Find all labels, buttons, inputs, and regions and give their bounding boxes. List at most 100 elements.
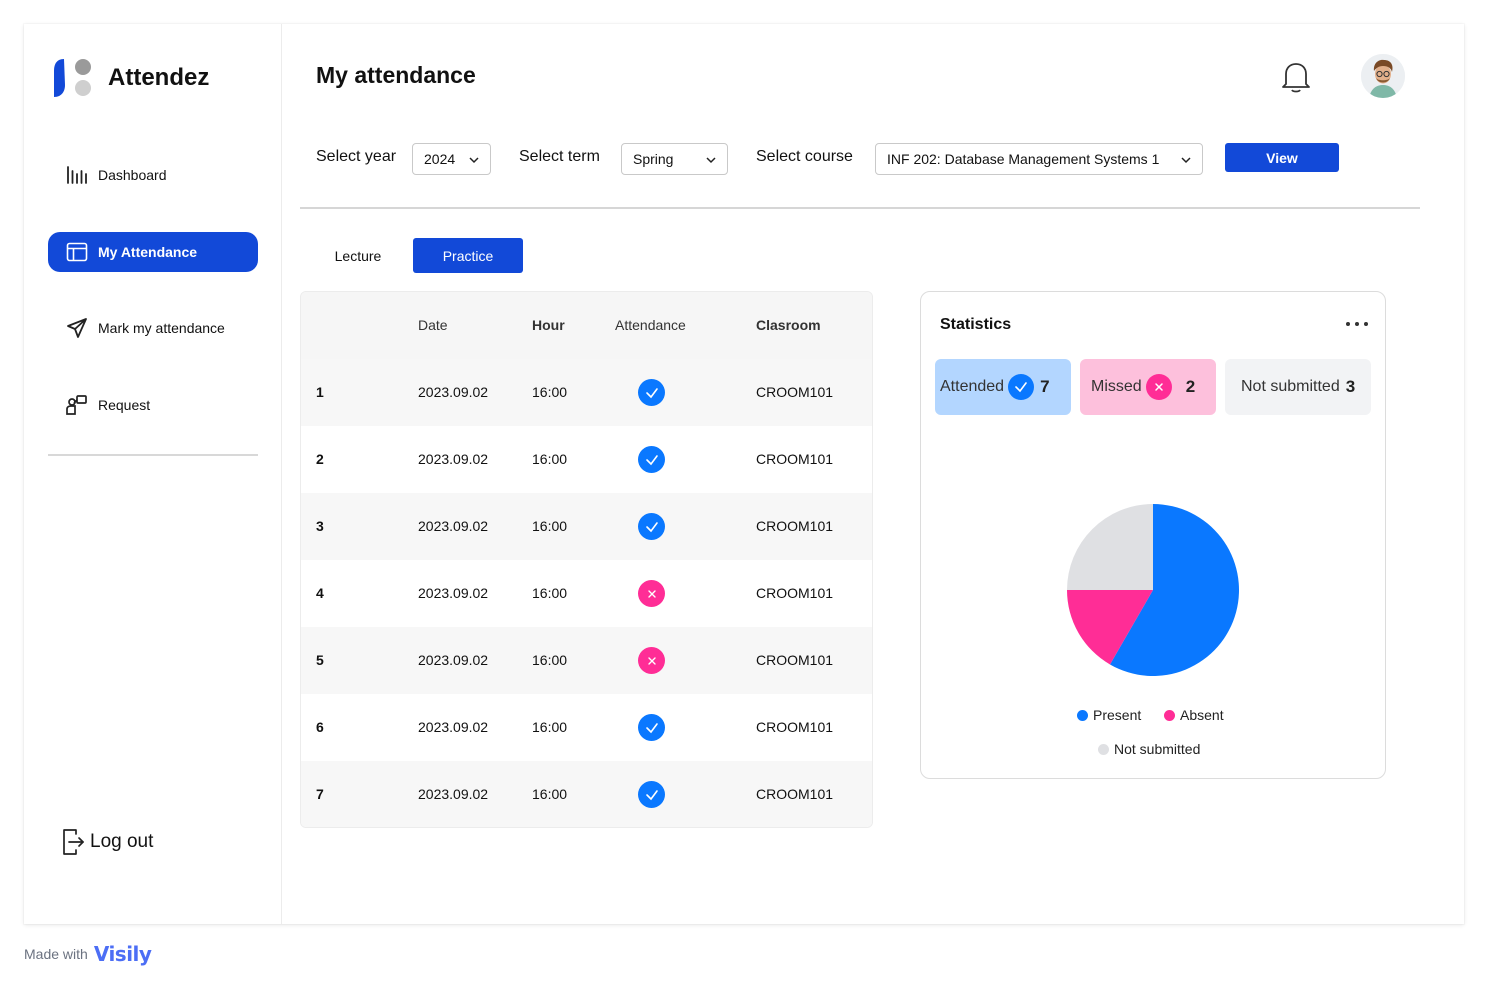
pie-slice-not-submitted — [1067, 504, 1153, 590]
page-title: My attendance — [316, 62, 476, 88]
row-hour: 16:00 — [532, 652, 568, 668]
table-row: 1 2023.09.02 16:00 CROOM101 — [301, 359, 872, 426]
chevron-down-icon — [468, 153, 480, 165]
row-number: 6 — [316, 719, 324, 735]
table-row: 3 2023.09.02 16:00 CROOM101 — [301, 493, 872, 560]
year-select[interactable]: 2024 — [412, 143, 491, 175]
missed-summary: Missed 2 — [1080, 359, 1216, 415]
attended-count: 7 — [1040, 377, 1050, 396]
tab-practice[interactable]: Practice — [413, 238, 523, 273]
absent-dot — [1164, 709, 1175, 721]
statistics-card: Statistics Attended 7 Missed 2 Not submi… — [920, 291, 1386, 779]
table-header: Date Hour Attendance Clasroom — [301, 292, 872, 359]
visily-logo[interactable]: Visily — [94, 942, 152, 966]
legend-absent: Absent — [1164, 707, 1224, 723]
table-row: 5 2023.09.02 16:00 CROOM101 — [301, 627, 872, 694]
legend-label: Present — [1093, 707, 1142, 723]
logout-icon — [62, 828, 86, 856]
table-row: 2 2023.09.02 16:00 CROOM101 — [301, 426, 872, 493]
chevron-down-icon — [1180, 153, 1192, 165]
logout-button[interactable]: Log out — [62, 828, 153, 856]
check-icon — [638, 513, 665, 540]
sidebar-item-label: Request — [98, 397, 151, 413]
row-number: 7 — [316, 786, 324, 802]
check-icon — [638, 446, 665, 473]
row-hour: 16:00 — [532, 518, 568, 534]
not-submitted-label: Not submitted — [1241, 378, 1340, 395]
missed-label: Missed — [1091, 378, 1142, 395]
check-icon — [638, 379, 665, 406]
tab-lecture[interactable]: Lecture — [318, 238, 398, 273]
bell-icon[interactable] — [1280, 60, 1312, 94]
table-body: 1 2023.09.02 16:00 CROOM101 2 2023.09.02 16:00… — [301, 359, 872, 827]
sidebar-item-request[interactable]: Request — [48, 385, 258, 425]
course-value: INF 202: Database Management Systems 1 — [887, 151, 1160, 167]
row-date: 2023.09.02 — [418, 384, 489, 400]
made-with-label: Made with — [24, 946, 88, 962]
table-row: 7 2023.09.02 16:00 CROOM101 — [301, 761, 872, 827]
sidebar-item-my-attendance[interactable]: My Attendance — [48, 232, 258, 272]
row-number: 3 — [316, 518, 324, 534]
course-select[interactable]: INF 202: Database Management Systems 1 — [875, 143, 1203, 175]
row-classroom: CROOM101 — [756, 451, 834, 467]
attendance-table: Date Hour Attendance Clasroom 1 2023.09.0… — [300, 291, 873, 828]
request-icon — [66, 394, 88, 416]
row-date: 2023.09.02 — [418, 652, 489, 668]
footer: Made with Visily — [24, 942, 152, 966]
attended-label: Attended — [940, 378, 1005, 395]
course-label: Select course — [756, 148, 853, 165]
row-number: 1 — [316, 384, 324, 400]
row-classroom: CROOM101 — [756, 518, 834, 534]
row-hour: 16:00 — [532, 719, 568, 735]
sidebar-item-label: Mark my attendance — [98, 320, 225, 336]
sidebar-item-mark-attendance[interactable]: Mark my attendance — [48, 308, 258, 348]
row-number: 2 — [316, 451, 324, 467]
column-header-classroom: Clasroom — [756, 317, 821, 333]
send-icon — [66, 317, 88, 339]
year-value: 2024 — [424, 151, 456, 167]
row-date: 2023.09.02 — [418, 786, 489, 802]
legend-label: Absent — [1180, 707, 1224, 723]
close-icon — [1145, 374, 1172, 400]
bar-chart-icon — [66, 164, 88, 186]
check-icon — [1008, 374, 1035, 400]
avatar[interactable] — [1361, 54, 1405, 98]
sidebar-item-label: Dashboard — [98, 167, 167, 183]
sidebar-divider — [48, 454, 258, 456]
present-dot — [1077, 709, 1088, 721]
table-row: 6 2023.09.02 16:00 CROOM101 — [301, 694, 872, 761]
logo-icon — [52, 57, 94, 99]
row-classroom: CROOM101 — [756, 786, 834, 802]
attendance-pie-chart — [1067, 504, 1239, 676]
term-select[interactable]: Spring — [621, 143, 728, 175]
row-hour: 16:00 — [532, 786, 568, 802]
check-icon — [638, 714, 665, 741]
column-header-date: Date — [418, 317, 448, 333]
attended-summary: Attended 7 — [935, 359, 1071, 415]
row-classroom: CROOM101 — [756, 384, 834, 400]
year-label: Select year — [316, 148, 397, 165]
legend-present: Present — [1077, 707, 1141, 723]
check-icon — [638, 781, 665, 808]
not-submitted-count: 3 — [1345, 377, 1356, 396]
not-submitted-dot — [1098, 743, 1109, 755]
row-date: 2023.09.02 — [418, 518, 489, 534]
legend-label: Not submitted — [1114, 741, 1201, 757]
sidebar-item-dashboard[interactable]: Dashboard — [48, 155, 258, 195]
table-row: 4 2023.09.02 16:00 CROOM101 — [301, 560, 872, 627]
sidebar: Attendez Dashboard My Attendance Mark my… — [24, 24, 282, 924]
more-icon[interactable] — [1346, 320, 1368, 328]
missed-count: 2 — [1185, 377, 1196, 396]
row-classroom: CROOM101 — [756, 652, 834, 668]
main-content: My attendance Select year 2024 Select te… — [282, 24, 1464, 924]
filters-divider — [300, 207, 1420, 209]
view-button[interactable]: View — [1225, 143, 1339, 172]
logo: Attendez — [52, 57, 209, 99]
chevron-down-icon — [705, 153, 717, 165]
sidebar-item-label: My Attendance — [98, 244, 198, 260]
statistics-title: Statistics — [940, 316, 1012, 333]
app-name: Attendez — [108, 64, 210, 91]
term-value: Spring — [633, 151, 674, 167]
close-icon — [638, 647, 665, 674]
row-number: 5 — [316, 652, 324, 668]
